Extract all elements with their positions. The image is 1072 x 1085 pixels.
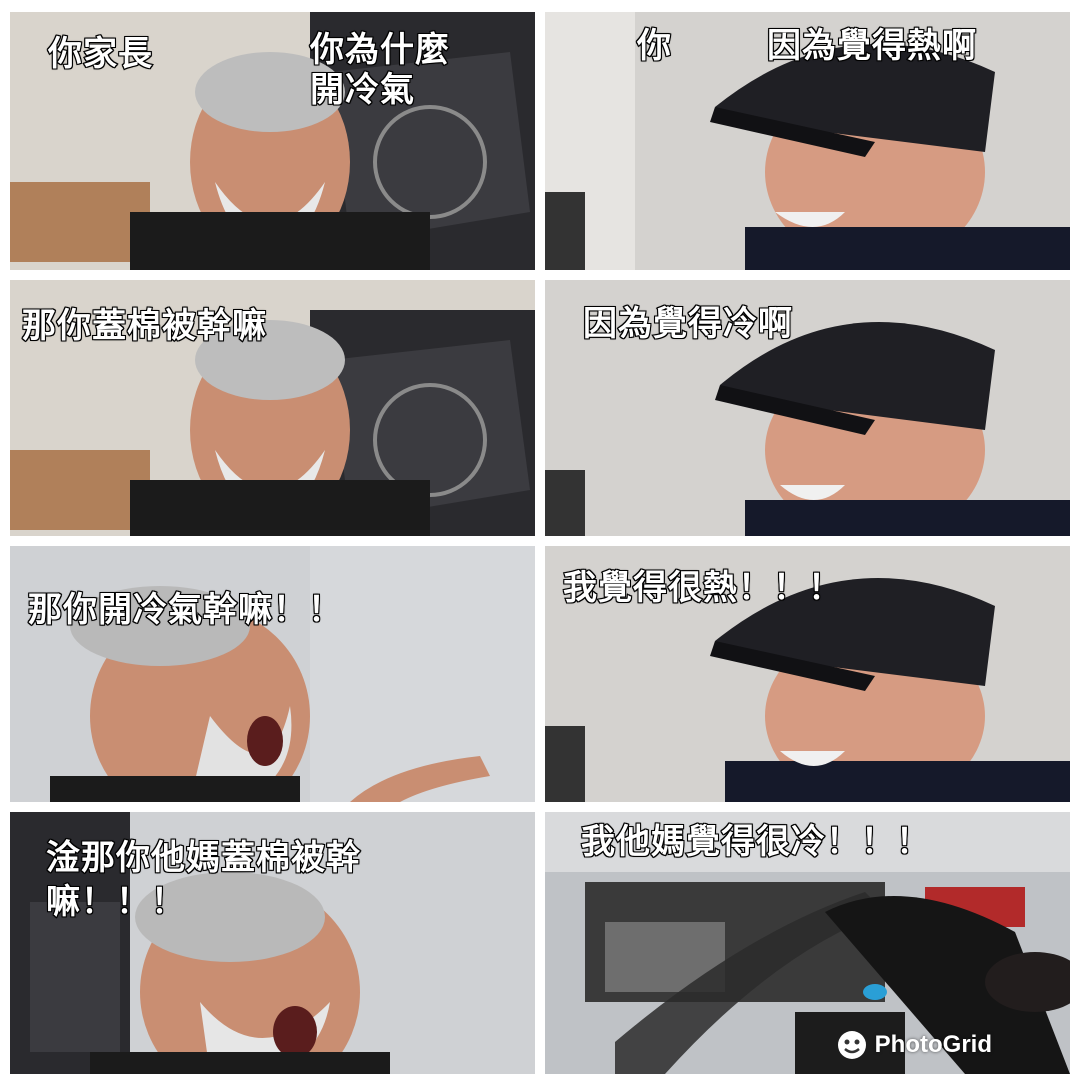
panel-6-young-man: 我覺得很熱！！！: [545, 546, 1070, 802]
panel-8-young-man: 我他媽覺得很冷！！！ PhotoGrid: [545, 812, 1070, 1074]
caption-line: 那你蓋棉被幹嘛: [21, 305, 267, 347]
panel-3-old-man: 那你蓋棉被幹嘛: [10, 280, 535, 536]
watermark-text: PhotoGrid: [874, 1031, 992, 1058]
caption-line: 我他媽覺得很冷！！！: [580, 821, 931, 863]
caption-line: 你為什麼 開冷氣: [309, 29, 450, 111]
caption-line: 你: [636, 25, 672, 67]
panel-1-old-man: 你家長 你為什麼 開冷氣: [10, 12, 535, 270]
old-man-scene: [10, 546, 535, 802]
caption-line: 你家長: [47, 33, 153, 75]
caption-line: 那你開冷氣幹嘛！！: [27, 589, 343, 631]
panel-7-old-man: 淦那你他媽蓋棉被幹 嘛！！！: [10, 812, 535, 1074]
caption-line: 因為覺得冷啊: [582, 303, 793, 345]
caption-line: 我覺得很熱！！！: [562, 567, 843, 609]
caption-line: 淦那你他媽蓋棉被幹 嘛！！！: [45, 837, 361, 923]
caption-line: 因為覺得熱啊: [766, 25, 977, 67]
panel-4-young-man: 因為覺得冷啊: [545, 280, 1070, 536]
panel-5-old-man: 那你開冷氣幹嘛！！: [10, 546, 535, 802]
panel-2-young-man: 你 因為覺得熱啊: [545, 12, 1070, 270]
photogrid-logo-icon: [837, 1031, 866, 1059]
photogrid-watermark: PhotoGrid: [835, 1028, 992, 1062]
meme-collage: 你家長 你為什麼 開冷氣 你 因為覺得熱啊 那你蓋棉被幹嘛 因為覺得冷啊 那你開…: [0, 0, 1072, 1085]
